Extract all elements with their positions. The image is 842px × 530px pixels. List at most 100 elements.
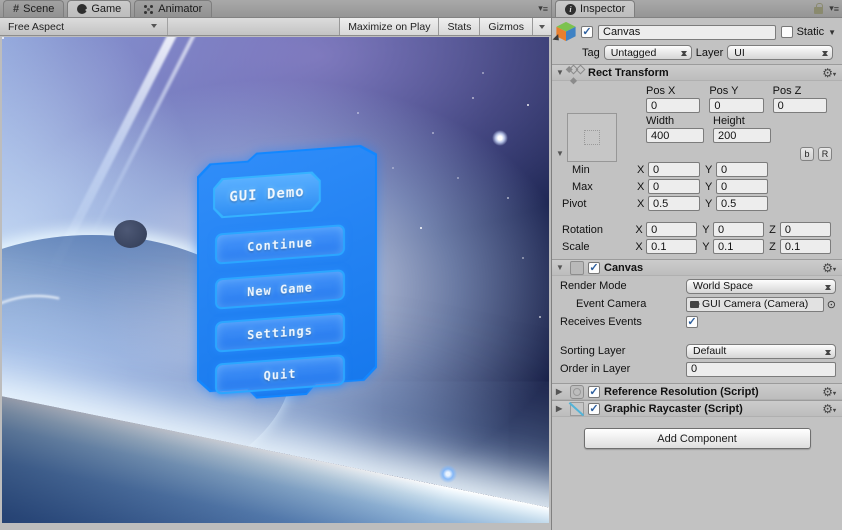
event-camera-object-field[interactable]: GUI Camera (Camera) [686,296,824,312]
raw-edit-mode-button[interactable]: R [818,147,832,161]
gizmos-label: Gizmos [488,20,524,33]
gizmos-button[interactable]: Gizmos [479,18,532,35]
pos-y-field[interactable]: 0 [709,98,764,113]
foldout-open-icon[interactable]: ▼ [556,68,566,77]
caret-down-icon: ▾ [832,266,836,273]
render-mode-label: Render Mode [560,280,627,292]
axis-x-label: X [637,180,645,193]
active-checkbox[interactable]: ✓ [581,26,593,38]
pos-x-label: Pos X [646,85,676,97]
axis-y-label: Y [705,180,713,193]
blue-star-glow [439,465,457,483]
game-toolbar: Free Aspect Maximize on Play Stats Gizmo… [0,18,551,36]
static-dropdown-icon[interactable]: ▼ [828,28,836,37]
axis-z-label: Z [769,223,776,236]
graphic-raycaster-header[interactable]: ▶ ✓ Graphic Raycaster (Script) ⚙ ▾ [552,400,842,417]
reference-resolution-checkbox[interactable]: ✓ [588,385,600,398]
pane-menu-button[interactable]: ▾ ≡ [538,3,548,14]
left-tabbar: # Scene Game Animator ▾ ≡ [0,0,551,18]
static-label: Static [796,26,825,38]
sorting-layer-dropdown[interactable]: Default [686,343,836,359]
gameobject-cube-icon[interactable] [552,21,576,46]
pivot-x-field[interactable]: 0.5 [648,196,700,211]
pos-z-field[interactable]: 0 [772,98,827,113]
dropdown-arrows-icon [824,283,831,292]
anchor-min-x-field[interactable]: 0 [648,162,700,177]
scale-z-field[interactable]: 0.1 [779,239,831,254]
tab-scene-label: Scene [23,3,55,15]
max-label: Max [572,180,593,193]
aspect-dropdown[interactable]: Free Aspect [0,18,168,35]
layer-dropdown[interactable]: UI [727,45,834,60]
stats-button[interactable]: Stats [438,18,480,35]
anchor-preview[interactable] [567,113,617,162]
canvas-component-header[interactable]: ▼ ✓ Canvas ⚙ ▾ [552,259,842,276]
foldout-closed-icon[interactable]: ▶ [556,387,566,396]
maximize-on-play-label: Maximize on Play [348,20,431,33]
rotation-x-field[interactable]: 0 [646,222,698,237]
tab-inspector[interactable]: i Inspector [555,0,636,17]
sorting-layer-label: Sorting Layer [560,345,626,357]
component-gear-button[interactable]: ⚙ ▾ [822,386,836,398]
rotation-y-field[interactable]: 0 [713,222,765,237]
canvas-component-icon [570,260,584,275]
component-gear-button[interactable]: ⚙ ▾ [822,403,836,415]
gui-demo-panel: GUI Demo Continue New Game Settings Quit [197,144,377,403]
foldout-open-icon[interactable]: ▼ [556,263,566,272]
component-gear-button[interactable]: ⚙ ▾ [822,67,836,79]
gizmos-dropdown-button[interactable] [532,18,551,35]
canvas-enabled-checkbox[interactable]: ✓ [588,261,600,274]
pos-y-label: Pos Y [709,85,739,97]
tab-animator[interactable]: Animator [134,0,213,17]
anchor-min-y-field[interactable]: 0 [716,162,768,177]
rect-transform-header[interactable]: ▼ Rect Transform ⚙ ▾ [552,64,842,81]
blueprint-mode-button[interactable]: b [800,147,814,161]
info-icon: i [565,3,576,15]
foldout-closed-icon[interactable]: ▶ [556,404,566,413]
scale-y-field[interactable]: 0.1 [713,239,765,254]
layer-label: Layer [695,46,724,59]
axis-y-label: Y [705,197,713,210]
scale-x-field[interactable]: 0.1 [646,239,698,254]
rect-transform-icon [570,66,584,79]
component-gear-button[interactable]: ⚙ ▾ [822,262,836,274]
moon [114,220,147,248]
axis-y-label: Y [702,240,710,253]
width-field[interactable]: 400 [646,128,704,143]
anchor-max-x-field[interactable]: 0 [648,179,700,194]
add-component-button[interactable]: Add Component [583,428,811,449]
object-picker-icon[interactable]: ⊙ [827,298,836,311]
tab-animator-label: Animator [158,3,203,15]
receives-events-checkbox[interactable]: ✓ [686,316,698,328]
inspector-menu-button[interactable]: ▾ ≡ [814,3,839,14]
inspector-panel: i Inspector ▾ ≡ ✓ Canvas Static ▼ Tag Un… [551,0,842,530]
receives-events-label: Receives Events [560,316,642,328]
tab-game[interactable]: Game [67,0,132,17]
rotation-z-field[interactable]: 0 [779,222,831,237]
gameobject-name-field[interactable]: Canvas [598,24,776,40]
render-mode-dropdown[interactable]: World Space [686,278,836,294]
anchor-max-y-field[interactable]: 0 [716,179,768,194]
caret-down-icon: ▾ [538,3,542,13]
pos-x-field[interactable]: 0 [646,98,701,113]
rotation-label: Rotation [562,223,603,236]
maximize-on-play-button[interactable]: Maximize on Play [339,18,439,35]
dropdown-arrows-icon [824,348,831,357]
foldout-open-icon: ▼ [556,149,564,158]
stats-label: Stats [447,20,472,33]
axis-y-label: Y [702,223,710,236]
order-in-layer-field[interactable]: 0 [686,361,836,377]
axis-x-label: X [637,163,645,176]
event-camera-value: GUI Camera (Camera) [702,298,809,310]
caret-down-icon: ▾ [832,71,836,78]
bright-star [492,130,508,146]
axis-x-label: X [635,240,643,253]
graphic-raycaster-checkbox[interactable]: ✓ [588,402,600,415]
reference-resolution-header[interactable]: ▶ ✓ Reference Resolution (Script) ⚙ ▾ [552,383,842,400]
static-checkbox[interactable] [780,26,793,38]
height-field[interactable]: 200 [713,128,771,143]
tab-scene[interactable]: # Scene [3,0,65,17]
pivot-y-field[interactable]: 0.5 [716,196,768,211]
sorting-layer-value: Default [693,345,727,357]
tag-dropdown[interactable]: Untagged [603,45,692,60]
